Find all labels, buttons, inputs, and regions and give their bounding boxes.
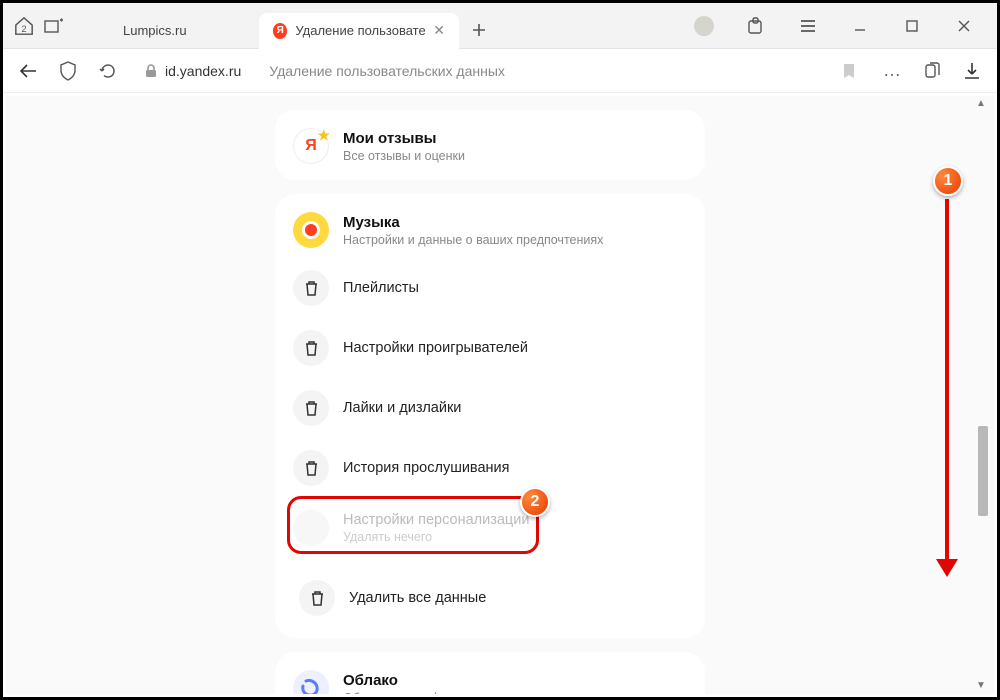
extensions-icon[interactable] [735, 11, 777, 41]
trash-icon [299, 580, 335, 616]
annotation-arrowhead-icon [936, 559, 958, 577]
music-header[interactable]: Музыка Настройки и данные о ваших предпо… [275, 200, 705, 258]
scrollbar-thumb[interactable] [978, 426, 988, 516]
bookmark-icon[interactable] [843, 63, 855, 79]
new-tab-button[interactable] [465, 16, 493, 44]
back-button[interactable] [13, 56, 43, 86]
row-label: История прослушивания [343, 460, 510, 476]
home-badge: 2 [21, 24, 26, 34]
window-maximize-icon[interactable] [891, 11, 933, 41]
tab-lumpics[interactable]: Lumpics.ru [109, 13, 259, 49]
window-close-icon[interactable] [943, 11, 985, 41]
music-item-likes[interactable]: Лайки и дизлайки [275, 378, 705, 438]
row-label: Удалить все данные [349, 590, 486, 606]
trash-icon [293, 330, 329, 366]
lock-icon [145, 64, 157, 78]
scrollbar[interactable]: ▲ ▼ [974, 96, 990, 694]
scroll-down-icon[interactable]: ▼ [975, 680, 987, 692]
tab-close-icon[interactable]: ✕ [433, 22, 445, 39]
trash-icon [293, 270, 329, 306]
tab-label: Удаление пользователь [295, 23, 425, 38]
downloads-icon[interactable] [957, 56, 987, 86]
scroll-up-icon[interactable]: ▲ [975, 98, 987, 110]
page-title: Удаление пользовательских данных [269, 63, 505, 79]
row-label: Лайки и дизлайки [343, 400, 461, 416]
card-cloud[interactable]: Облако Облачная платформа [275, 652, 705, 694]
new-window-button[interactable] [39, 12, 69, 40]
delete-all-button[interactable]: Удалить все данные [281, 568, 699, 628]
annotation-callout-2: 2 [520, 487, 550, 517]
shield-icon[interactable] [53, 56, 83, 86]
card-subtitle: Облачная платформа [343, 691, 470, 695]
page-content: Я ★ Мои отзывы Все отзывы и оценки Музык [6, 96, 994, 694]
card-title: Музыка [343, 214, 603, 231]
trash-icon [293, 450, 329, 486]
music-item-playlists[interactable]: Плейлисты [275, 258, 705, 318]
row-label: Настройки проигрывателей [343, 340, 528, 356]
tab-label: Lumpics.ru [123, 23, 187, 38]
profile-avatar-icon[interactable] [683, 11, 725, 41]
annotation-arrow [945, 199, 949, 561]
window-minimize-icon[interactable] [839, 11, 881, 41]
card-subtitle: Все отзывы и оценки [343, 149, 465, 163]
card-title: Облако [343, 672, 470, 689]
card-title: Мои отзывы [343, 130, 465, 147]
tab-favicon-lumpics [87, 12, 109, 40]
annotation-highlight [287, 496, 539, 554]
cloud-icon [293, 670, 329, 694]
copy-icon[interactable] [917, 56, 947, 86]
trash-icon [293, 390, 329, 426]
card-reviews[interactable]: Я ★ Мои отзывы Все отзывы и оценки [275, 110, 705, 180]
home-button[interactable]: 2 [9, 12, 39, 40]
card-music: Музыка Настройки и данные о ваших предпо… [275, 194, 705, 638]
address-field[interactable]: id.yandex.ru Удаление пользовательских д… [133, 55, 867, 87]
row-label: Плейлисты [343, 280, 419, 296]
more-icon[interactable]: … [877, 56, 907, 86]
music-item-player-settings[interactable]: Настройки проигрывателей [275, 318, 705, 378]
reload-button[interactable] [93, 56, 123, 86]
menu-icon[interactable] [787, 11, 829, 41]
music-item-history[interactable]: История прослушивания [275, 438, 705, 498]
yandex-favicon: Я [273, 23, 287, 39]
reviews-icon: Я ★ [293, 128, 329, 164]
tab-yandex-delete[interactable]: Я Удаление пользователь ✕ [259, 13, 459, 49]
url-domain: id.yandex.ru [165, 63, 241, 79]
window-titlebar: 2 Lumpics.ru Я Удаление пользователь ✕ [3, 3, 997, 49]
annotation-callout-1: 1 [933, 166, 963, 196]
card-subtitle: Настройки и данные о ваших предпочтениях [343, 233, 603, 247]
address-bar: id.yandex.ru Удаление пользовательских д… [3, 49, 997, 93]
music-icon [293, 212, 329, 248]
